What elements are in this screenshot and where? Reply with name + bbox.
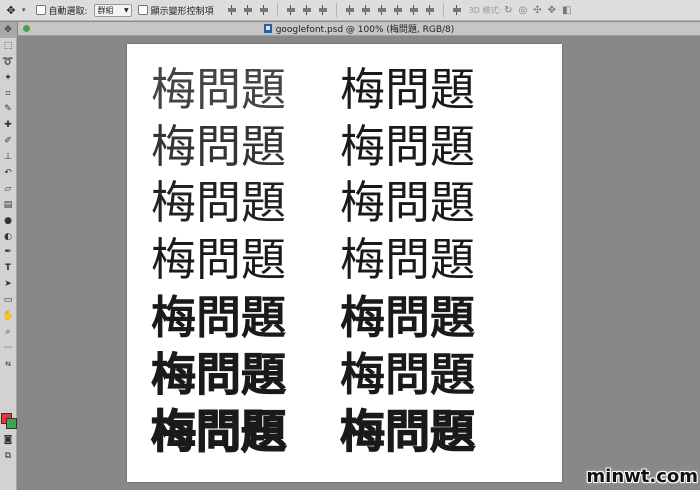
hand-icon[interactable]: ✋ xyxy=(0,308,16,324)
align-right-icon[interactable] xyxy=(318,5,328,15)
show-transform-checkbox[interactable] xyxy=(137,5,148,15)
zoom-icon[interactable]: ⌕ xyxy=(0,324,16,340)
psd-file-icon xyxy=(263,24,272,33)
screen-mode-icon[interactable]: ⧉ xyxy=(0,448,16,464)
sample-text-right-6: 梅問題 xyxy=(340,348,476,401)
move-icon[interactable]: ✥ xyxy=(0,22,16,38)
eraser-icon[interactable]: ▱ xyxy=(0,181,16,197)
stamp-icon[interactable]: ⊥ xyxy=(0,149,16,165)
auto-align-icon[interactable] xyxy=(452,5,462,15)
sample-text-right-7: 梅問題 xyxy=(339,405,476,458)
3d-scale-icon[interactable]: ◧ xyxy=(562,5,571,16)
align-bottom-icon[interactable] xyxy=(259,5,269,15)
lasso-icon[interactable]: ➰ xyxy=(0,54,16,70)
auto-select-label: 自動選取: xyxy=(48,6,88,17)
align-hcenter-icon[interactable] xyxy=(302,5,312,15)
magic-wand-icon[interactable]: ✦ xyxy=(0,70,16,86)
brush-icon[interactable]: ✐ xyxy=(0,133,16,149)
default-colors-icon[interactable]: ⇆ xyxy=(0,356,16,372)
dodge-icon[interactable]: ◐ xyxy=(0,229,16,245)
marquee-icon[interactable]: ⬚ xyxy=(0,38,16,54)
sample-text-left-2: 梅問題 xyxy=(151,120,287,173)
divider xyxy=(442,3,444,17)
watermark: minwt.com xyxy=(586,466,698,487)
document-tab[interactable]: googlefont.psd @ 100% (梅問題, RGB/8) xyxy=(18,22,700,36)
divider xyxy=(276,3,278,17)
sample-text-right-4: 梅問題 xyxy=(340,233,476,286)
sample-text-right-1: 梅問題 xyxy=(340,63,476,116)
sample-text-right-5: 梅問題 xyxy=(340,291,476,344)
3d-pan-icon[interactable]: ✣ xyxy=(533,5,541,16)
more-tools-icon[interactable]: ⋯ xyxy=(0,340,16,356)
distribute-vcenter-icon[interactable] xyxy=(361,5,371,15)
divider xyxy=(335,3,337,17)
pen-icon[interactable]: ✒ xyxy=(0,244,16,260)
eyedropper-icon[interactable]: ✎ xyxy=(0,101,16,117)
auto-select-value: 群組 xyxy=(97,5,114,15)
3d-roll-icon[interactable]: ◎ xyxy=(518,5,527,16)
gradient-icon[interactable]: ▤ xyxy=(0,197,16,213)
history-brush-icon[interactable]: ↶ xyxy=(0,165,16,181)
align-buttons xyxy=(224,3,465,17)
sample-text-left-3: 梅問題 xyxy=(151,176,287,229)
distribute-hcenter-icon[interactable] xyxy=(409,5,419,15)
options-bar: ✥ ▾ 自動選取: 群組 ▼ 顯示變形控制項 3D 模式: ↻ ◎ ✣ ✥ ◧ xyxy=(0,0,700,21)
3d-slide-icon[interactable]: ✥ xyxy=(548,5,556,16)
sample-text-left-6: 梅問題 xyxy=(151,348,287,401)
3d-mode-label: 3D 模式: xyxy=(468,5,502,15)
close-icon[interactable] xyxy=(23,25,30,32)
rectangle-icon[interactable]: ▭ xyxy=(0,292,16,308)
document-canvas[interactable]: 梅問題 梅問題 梅問題 梅問題 梅問題 梅問題 梅問題 梅問題 梅問題 梅問題 … xyxy=(127,44,562,482)
healing-icon[interactable]: ✚ xyxy=(0,117,16,133)
distribute-right-icon[interactable] xyxy=(425,5,435,15)
crop-icon[interactable]: ⌗ xyxy=(0,86,16,102)
show-transform-label: 顯示變形控制項 xyxy=(150,6,214,17)
move-tool-preset-icon[interactable]: ✥ xyxy=(0,0,22,20)
align-top-icon[interactable] xyxy=(227,5,237,15)
3d-rotate-icon[interactable]: ↻ xyxy=(504,5,512,16)
align-left-icon[interactable] xyxy=(286,5,296,15)
distribute-left-icon[interactable] xyxy=(393,5,403,15)
sample-text-left-4: 梅問題 xyxy=(151,233,287,286)
type-icon[interactable]: T xyxy=(0,260,16,276)
quick-mask-icon[interactable]: ◙ xyxy=(0,432,16,448)
align-vcenter-icon[interactable] xyxy=(243,5,253,15)
auto-select-dropdown[interactable]: 群組 ▼ xyxy=(93,3,132,17)
distribute-top-icon[interactable] xyxy=(345,5,355,15)
distribute-bottom-icon[interactable] xyxy=(377,5,387,15)
chevron-down-icon: ▼ xyxy=(123,6,129,14)
tools-panel: ✥ ⬚ ➰ ✦ ⌗ ✎ ✚ ✐ ⊥ ↶ ▱ ▤ ● ◐ ✒ T ➤ ▭ ✋ ⌕ … xyxy=(0,22,17,490)
sample-text-right-3: 梅問題 xyxy=(340,176,476,229)
blur-icon[interactable]: ● xyxy=(0,213,16,229)
document-title: googlefont.psd @ 100% (梅問題, RGB/8) xyxy=(275,25,455,35)
sample-text-left-5: 梅問題 xyxy=(151,291,287,344)
sample-text-left-1: 梅問題 xyxy=(151,63,287,116)
sample-text-left-7: 梅問題 xyxy=(150,405,287,458)
background-color-swatch[interactable] xyxy=(6,418,17,429)
sample-text-right-2: 梅問題 xyxy=(340,120,476,173)
path-select-icon[interactable]: ➤ xyxy=(0,276,16,292)
auto-select-checkbox[interactable] xyxy=(35,5,46,15)
chevron-down-icon[interactable]: ▾ xyxy=(22,6,26,14)
